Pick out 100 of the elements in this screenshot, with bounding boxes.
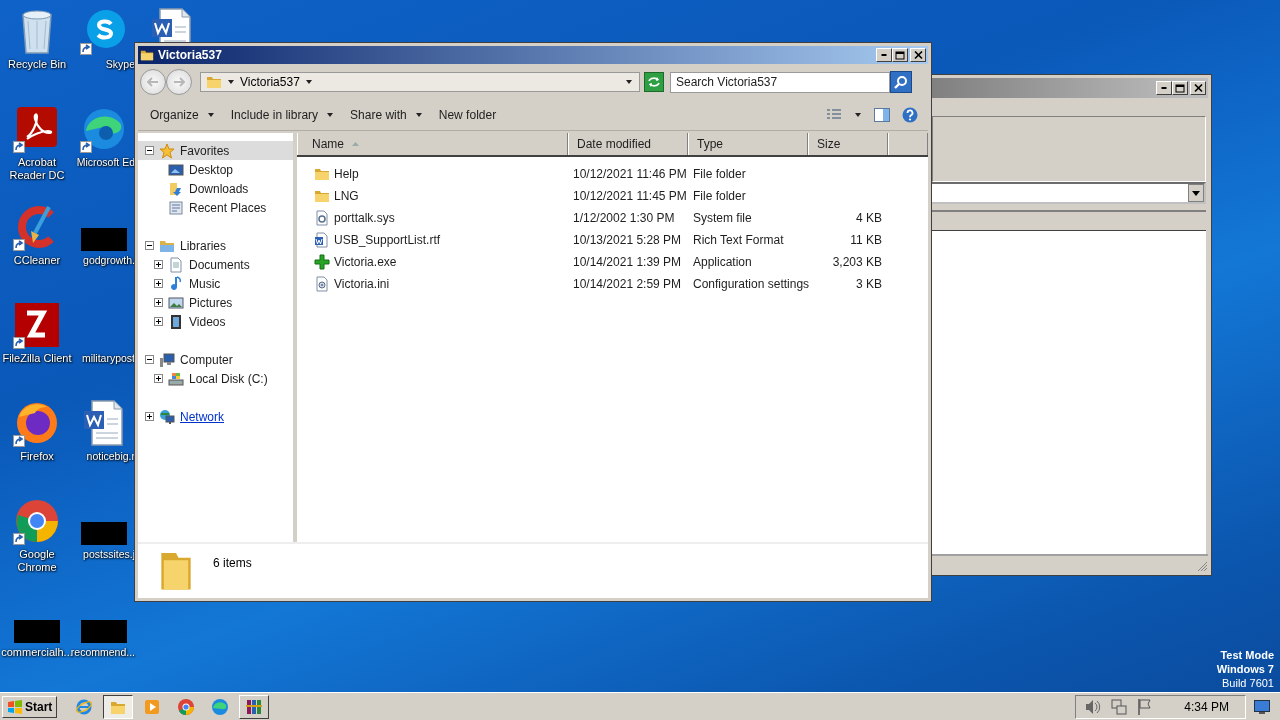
file-name[interactable]: LNG [334,189,359,203]
shortcut-arrow-icon [80,43,92,55]
menu-button[interactable]: Share with [344,105,429,125]
breadcrumb[interactable]: Victoria537 [240,75,300,89]
music-note-icon [168,275,184,292]
menu-button[interactable]: Organize [144,105,221,125]
star-icon [159,142,175,159]
maximize-button[interactable] [892,48,908,62]
minimize-button[interactable] [1156,81,1172,95]
column-header[interactable] [888,133,928,155]
monitor-icon [1254,699,1270,714]
tree-label[interactable]: Computer [180,352,233,367]
resize-grip-icon[interactable] [1196,560,1208,572]
tree-label[interactable]: Libraries [180,238,227,253]
icon-label[interactable]: Skype [105,58,135,71]
start-button[interactable]: Start [2,695,58,718]
tree-item[interactable]: Libraries [138,236,293,255]
search-button[interactable] [890,71,912,93]
toolbar-button[interactable]: New folder [432,105,503,125]
expand-icon[interactable] [154,279,163,288]
file-name[interactable]: Victoria.exe [334,255,397,269]
icon-label[interactable]: Firefox [20,450,54,463]
tree-label[interactable]: Downloads [189,181,249,196]
tree-label[interactable]: Pictures [189,295,233,310]
clock[interactable]: 4:34 PM [1184,699,1229,714]
caret-icon [854,111,862,119]
expand-icon[interactable] [154,317,163,326]
icon-label[interactable]: Recycle Bin [7,58,67,71]
icon-label[interactable]: postssites.j [83,548,135,561]
selected-tree-item[interactable]: Favorites [138,141,293,160]
link[interactable]: Network [180,409,224,424]
icon-label[interactable]: Microsoft Ed [76,156,135,169]
shortcut-arrow-icon [80,141,92,153]
file-name[interactable]: Victoria.ini [334,277,390,291]
folder-icon [314,188,330,204]
preview-pane-icon [874,108,890,122]
maximize-button[interactable] [1172,81,1188,95]
icon-label[interactable]: Acrobat Reader DC [0,156,74,182]
close-button[interactable] [1190,81,1206,95]
help-icon [902,107,918,123]
recent-places-icon [168,199,184,216]
chrome-icon [177,697,196,716]
collapse-icon[interactable] [145,241,154,250]
tree-label[interactable]: Documents [189,257,250,272]
file-name[interactable]: porttalk.sys [334,211,395,225]
column-header[interactable]: Size [808,133,888,155]
tree-item[interactable]: Network [138,407,293,426]
icon-label[interactable]: recommend... [70,646,135,659]
expand-icon[interactable] [154,260,163,269]
filezilla-icon[interactable] [13,301,61,349]
back-arrow-icon [147,77,159,87]
taskbar-button[interactable] [103,694,134,719]
watermark-text: Test Mode [1220,648,1274,662]
type-cell: Application [693,255,752,269]
date-cell: 10/14/2021 1:39 PM [573,255,682,269]
column-header[interactable]: Type [688,133,808,155]
size-cell: 4 KB [856,211,882,225]
icon-label[interactable]: noticebig.r [86,450,135,463]
folder-icon [140,48,154,62]
collapse-icon[interactable] [145,146,154,155]
column-header[interactable]: Date modified [568,133,688,155]
minimize-button[interactable] [876,48,892,62]
tree-label[interactable]: Recent Places [189,200,267,215]
tree-label[interactable]: Desktop [189,162,234,177]
tree-label[interactable]: Music [189,276,221,291]
icon-label[interactable]: commercialh... [1,646,73,659]
forward-arrow-icon [173,77,185,87]
close-button[interactable] [910,48,926,62]
date-cell: 1/12/2002 1:30 PM [573,211,675,225]
expand-icon[interactable] [145,412,154,421]
tree-label[interactable]: Local Disk (C:) [189,371,268,386]
file-name[interactable]: USB_SupportList.rtf [334,233,441,247]
column-header[interactable]: Name [297,133,568,155]
icon-label[interactable]: CCleaner [13,254,61,267]
dropdown-arrow-icon[interactable] [624,78,634,86]
settings-file-icon [314,276,330,292]
date-cell: 10/14/2021 2:59 PM [573,277,682,291]
combo-box[interactable] [932,182,1206,204]
collapse-icon[interactable] [145,355,154,364]
file-name[interactable]: Help [334,167,359,181]
caret-icon [414,111,423,119]
expand-icon[interactable] [154,298,163,307]
icon-label[interactable]: Google Chrome [0,548,74,574]
type-cell: File folder [693,167,746,181]
tree-item[interactable]: Computer [138,350,293,369]
address-bar[interactable]: Victoria537 [200,72,640,92]
watermark-text: Build 7601 [1222,676,1274,690]
icon-label[interactable]: militarypost [81,352,135,365]
tree-label[interactable]: Videos [189,314,226,329]
menu-button[interactable]: Include in library [224,105,341,125]
size-cell: 3 KB [856,277,882,291]
icon-label[interactable]: FileZilla Client [2,352,72,365]
icon-label[interactable]: godgrowth. [83,254,135,267]
sort-arrow-icon [352,142,359,146]
expand-icon[interactable] [154,374,163,383]
tree-label[interactable]: Favorites [180,143,230,158]
search-field[interactable]: Search Victoria537 [670,71,890,93]
chrome-icon[interactable] [13,497,61,545]
maximize-icon [1175,83,1185,93]
refresh-button[interactable] [644,72,664,92]
